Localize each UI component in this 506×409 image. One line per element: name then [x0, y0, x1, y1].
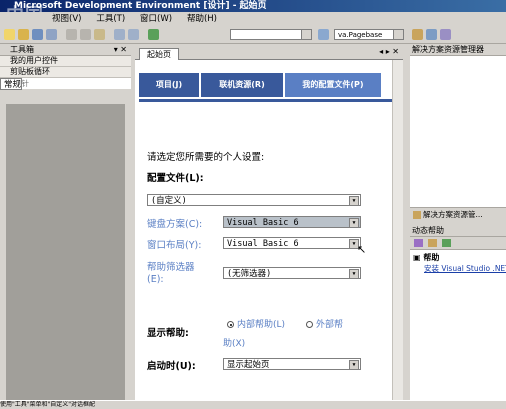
- window-layout-value: Visual Basic 6: [227, 239, 299, 249]
- toolbox-group-label: 剪贴板循环: [10, 67, 50, 76]
- profile-label: 配置文件(L):: [147, 173, 204, 184]
- show-help-label: 显示帮助:: [147, 328, 189, 339]
- profile-select[interactable]: (自定义) ▼: [147, 194, 361, 206]
- menu-window[interactable]: 窗口(W): [134, 12, 178, 26]
- window-layout-label: 窗口布局(Y):: [147, 240, 202, 251]
- profile-value: (自定义): [151, 196, 187, 206]
- save-all-icon[interactable]: [46, 29, 57, 40]
- chevron-down-icon: [301, 30, 311, 39]
- startup-select[interactable]: 显示起始页 ▼: [223, 358, 361, 370]
- start-debug-icon[interactable]: [148, 29, 159, 40]
- copy-icon[interactable]: [80, 29, 91, 40]
- chevron-down-icon: ▼: [349, 360, 359, 370]
- status-text: 使用"工具"菜单和"自定义"对话框配: [0, 401, 96, 408]
- solution-explorer-title: 解决方案资源管理器: [412, 45, 484, 54]
- menu-bar: 视图(V) 工具(T) 窗口(W) 帮助(H): [0, 12, 506, 26]
- solution-explorer-icon[interactable]: [412, 29, 423, 40]
- cut-icon[interactable]: [66, 29, 77, 40]
- tab-my-profile[interactable]: 我的配置文件(P): [285, 73, 381, 100]
- find-combo[interactable]: va.Pagebase: [334, 29, 404, 40]
- toolbox-group-label: 常规: [4, 80, 22, 90]
- dynamic-help-title: 动态帮助: [412, 226, 444, 235]
- solution-explorer-tab[interactable]: 解决方案资源管...: [410, 207, 506, 222]
- chevron-down-icon: ▼: [349, 196, 359, 206]
- window-layout-select[interactable]: Visual Basic 6 ▼: [223, 237, 361, 249]
- internal-help-label[interactable]: 内部帮助(L): [237, 317, 285, 330]
- startup-label: 启动时(U):: [147, 361, 196, 372]
- toolbox-panel: 工具箱 ▾ ✕ 我的用户控件 剪贴板循环 常规 指针: [0, 44, 131, 400]
- open-icon[interactable]: [18, 29, 29, 40]
- paste-icon[interactable]: [94, 29, 105, 40]
- tab-projects[interactable]: 项目(J): [139, 73, 199, 97]
- help-contents-icon[interactable]: [428, 239, 437, 247]
- find-icon[interactable]: [318, 29, 329, 40]
- chevron-down-icon: ▼: [349, 218, 359, 228]
- startup-value: 显示起始页: [227, 360, 270, 370]
- toolbox-group[interactable]: 剪贴板循环: [0, 67, 131, 78]
- tab-online-resources[interactable]: 联机资源(R): [201, 73, 283, 97]
- help-filter-select[interactable]: (无筛选器) ▼: [223, 267, 361, 279]
- section-bar: [139, 99, 393, 102]
- chevron-down-icon: [393, 30, 403, 39]
- dynamic-help-toolbar: [410, 237, 506, 250]
- external-help-label-accel[interactable]: 助(X): [223, 336, 245, 349]
- toolbox-header: 工具箱 ▾ ✕: [0, 44, 131, 56]
- configuration-combo[interactable]: [230, 29, 312, 40]
- toolbox-title: 工具箱: [10, 45, 34, 54]
- external-help-label[interactable]: 外部帮: [316, 317, 343, 330]
- start-page: 项目(J) 联机资源(R) 我的配置文件(P) 请选定您所需要的个人设置: 配置…: [135, 60, 403, 400]
- new-project-icon[interactable]: [4, 29, 15, 40]
- dynamic-help-header: 动态帮助: [410, 225, 506, 237]
- toolbox-group[interactable]: 常规: [0, 78, 23, 90]
- toolbox-body: [6, 104, 125, 400]
- tab-controls[interactable]: ◂ ▸ ✕: [379, 47, 399, 56]
- mouse-cursor-icon: ↖: [357, 243, 367, 256]
- undo-icon[interactable]: [114, 29, 125, 40]
- solution-explorer-header: 解决方案资源管理器: [410, 44, 506, 56]
- help-filter-value: (无筛选器): [227, 269, 272, 279]
- save-icon[interactable]: [32, 29, 43, 40]
- book-icon[interactable]: [414, 239, 423, 247]
- title-bar: Microsoft Development Environment [设计] -…: [0, 0, 506, 12]
- dynamic-help-panel: 动态帮助 ▣ 帮助 安装 Visual Studio .NET: [410, 225, 506, 400]
- intro-text: 请选定您所需要的个人设置:: [147, 152, 265, 163]
- window-title: Microsoft Development Environment [设计] -…: [14, 1, 267, 11]
- tab-start-page[interactable]: 起始页: [139, 48, 179, 60]
- solution-explorer-panel: 解决方案资源管理器: [410, 44, 506, 219]
- search-icon[interactable]: [442, 239, 451, 247]
- radio-external-help[interactable]: [306, 321, 313, 328]
- document-tabs: 起始页 ◂ ▸ ✕: [135, 47, 403, 60]
- toolbox-icon[interactable]: [440, 29, 451, 40]
- help-link[interactable]: 安装 Visual Studio .NET: [410, 263, 506, 274]
- properties-icon[interactable]: [426, 29, 437, 40]
- keyboard-select[interactable]: Visual Basic 6 ▼: [223, 216, 361, 228]
- standard-toolbar: va.Pagebase: [0, 27, 506, 44]
- menu-tools[interactable]: 工具(T): [90, 12, 131, 26]
- find-combo-value: va.Pagebase: [338, 31, 383, 39]
- help-filter-label: 帮助筛选器: [147, 262, 195, 273]
- redo-icon[interactable]: [128, 29, 139, 40]
- keyboard-label: 键盘方案(C):: [147, 219, 203, 230]
- document-scrollbar[interactable]: [392, 60, 403, 400]
- toolbox-group-label: 我的用户控件: [10, 56, 58, 65]
- solution-explorer-tab-label: 解决方案资源管...: [423, 210, 483, 219]
- keyboard-value: Visual Basic 6: [227, 218, 299, 228]
- help-section-label: 帮助: [423, 253, 440, 262]
- chevron-down-icon: ▼: [349, 269, 359, 279]
- solution-icon: [413, 211, 421, 219]
- menu-view[interactable]: 视图(V): [46, 12, 87, 26]
- pane-controls[interactable]: ▾ ✕: [114, 44, 127, 55]
- help-filter-label-accel: (E):: [147, 274, 164, 285]
- radio-internal-help[interactable]: [227, 321, 234, 328]
- menu-help[interactable]: 帮助(H): [181, 12, 223, 26]
- help-section-heading: ▣ 帮助: [413, 253, 440, 262]
- toolbox-group[interactable]: 我的用户控件: [0, 56, 131, 67]
